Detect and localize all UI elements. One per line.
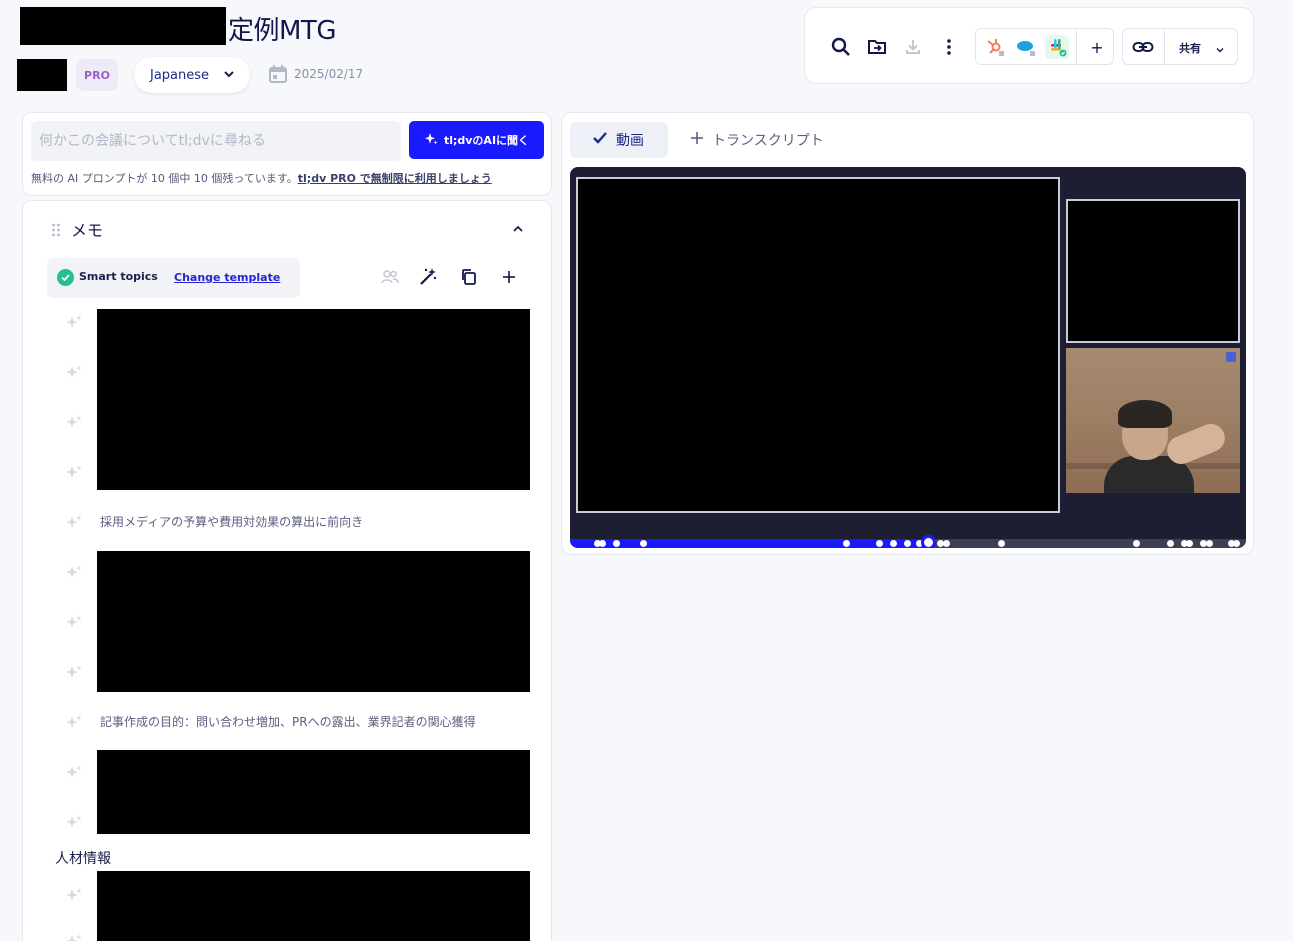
timeline-marker[interactable] — [640, 540, 647, 547]
check-icon — [592, 131, 608, 149]
sparkle-icon[interactable] — [65, 814, 83, 836]
participant-video — [1066, 348, 1240, 493]
timeline-marker[interactable] — [613, 540, 620, 547]
timeline-marker[interactable] — [843, 540, 850, 547]
meeting-toolbar: + 共有 — [804, 7, 1254, 84]
redacted-owner — [17, 59, 67, 91]
more-icon[interactable] — [938, 36, 960, 58]
people-icon[interactable] — [379, 266, 401, 288]
change-template-link[interactable]: Change template — [174, 271, 280, 284]
hubspot-icon[interactable] — [983, 35, 1007, 59]
sparkle-icon[interactable] — [65, 514, 83, 536]
sparkle-icon[interactable] — [65, 564, 83, 586]
redacted-title-prefix — [20, 7, 226, 45]
ai-question-input[interactable] — [31, 121, 401, 161]
camera-icon — [1226, 352, 1236, 362]
timeline-marker[interactable] — [1206, 540, 1213, 547]
redacted-note — [97, 750, 530, 834]
calendar-icon — [268, 64, 288, 88]
folder-move-icon[interactable] — [866, 36, 888, 58]
tab-video[interactable]: 動画 — [570, 122, 668, 158]
timeline-marker[interactable] — [876, 540, 883, 547]
sparkle-icon[interactable] — [65, 664, 83, 686]
chevron-down-icon — [222, 67, 236, 85]
sparkle-icon[interactable] — [65, 414, 83, 436]
sparkle-icon — [424, 132, 438, 149]
sparkle-icon[interactable] — [65, 714, 83, 736]
participant-hand — [1162, 419, 1230, 469]
download-icon[interactable] — [902, 36, 924, 58]
memo-panel: メモ Smart topics Change template 採用メディアの予… — [22, 200, 552, 941]
timeline-marker[interactable] — [998, 540, 1005, 547]
language-select-value: Japanese — [150, 67, 210, 83]
video-player[interactable] — [570, 167, 1246, 548]
timeline-marker[interactable] — [1167, 540, 1174, 547]
ai-ask-button[interactable]: tl;dvのAIに聞く — [409, 121, 544, 159]
ai-quota-note: 無料の AI プロンプトが 10 個中 10 個残っています。tl;dv PRO… — [31, 170, 492, 186]
salesforce-icon[interactable] — [1014, 35, 1038, 59]
chevron-down-icon[interactable] — [1214, 41, 1226, 60]
link-icon[interactable] — [1132, 37, 1154, 61]
video-timeline[interactable] — [570, 535, 1246, 548]
sparkle-icon[interactable] — [65, 614, 83, 636]
magic-wand-icon[interactable] — [417, 266, 439, 288]
timeline-marker[interactable] — [904, 540, 911, 547]
redacted-note — [97, 551, 530, 692]
tab-video-label: 動画 — [616, 133, 644, 149]
language-select[interactable]: Japanese — [134, 57, 250, 93]
timeline-marker[interactable] — [890, 540, 897, 547]
tab-transcript[interactable]: トランスクリプト — [690, 122, 824, 158]
smart-topics-bar: Smart topics Change template — [47, 258, 300, 298]
timeline-marker[interactable] — [943, 540, 950, 547]
share-group: 共有 — [1122, 28, 1238, 65]
main-video-feed — [576, 177, 1060, 513]
page-title[interactable]: 定例MTG — [228, 10, 336, 47]
timeline-marker[interactable] — [1133, 540, 1140, 547]
plus-icon — [690, 131, 704, 149]
ai-quota-text: 無料の AI プロンプトが 10 個中 10 個残っています。 — [31, 172, 298, 185]
ai-ask-button-label: tl;dvのAIに聞く — [443, 134, 530, 147]
sparkle-icon[interactable] — [65, 464, 83, 486]
check-circle-icon — [57, 269, 74, 286]
slack-icon[interactable] — [1045, 35, 1069, 59]
sparkle-icon[interactable] — [65, 314, 83, 336]
upgrade-link[interactable]: tl;dv PRO で無制限に利用しましょう — [298, 172, 492, 185]
integrations-group: + — [975, 28, 1114, 65]
pro-badge: PRO — [76, 59, 118, 91]
timeline-marker[interactable] — [1186, 540, 1193, 547]
meeting-date: 2025/02/17 — [294, 67, 364, 81]
divider — [1076, 29, 1077, 64]
sparkle-icon[interactable] — [65, 364, 83, 386]
list-item[interactable]: 記事作成の目的：問い合わせ増加、PRへの露出、業界記者の関心獲得 — [100, 713, 476, 730]
timeline-marker[interactable] — [599, 540, 606, 547]
chevron-up-icon[interactable] — [511, 221, 525, 240]
video-panel: 動画 トランスクリプト — [561, 112, 1254, 555]
ai-ask-card: tl;dvのAIに聞く 無料の AI プロンプトが 10 個中 10 個残ってい… — [22, 112, 552, 196]
section-heading[interactable]: 人材情報 — [55, 848, 111, 868]
participant-video — [1066, 199, 1240, 343]
participant-hair — [1118, 400, 1172, 428]
search-icon[interactable] — [830, 36, 852, 58]
timeline-marker[interactable] — [1233, 540, 1240, 547]
timeline-scrubber[interactable] — [921, 535, 937, 548]
share-button[interactable]: 共有 — [1179, 40, 1201, 56]
memo-title: メモ — [71, 221, 104, 240]
add-note-button[interactable] — [498, 266, 520, 288]
add-integration-button[interactable]: + — [1085, 35, 1109, 59]
redacted-note — [97, 871, 530, 941]
smart-topics-label: Smart topics — [79, 270, 158, 283]
list-item[interactable]: 採用メディアの予算や費用対効果の算出に前向き — [100, 513, 363, 530]
copy-icon[interactable] — [458, 266, 480, 288]
timeline-progress — [570, 539, 929, 548]
sparkle-icon[interactable] — [65, 887, 83, 909]
divider — [1164, 29, 1165, 64]
sparkle-icon[interactable] — [65, 933, 83, 941]
sparkle-icon[interactable] — [65, 764, 83, 786]
tab-transcript-label: トランスクリプト — [712, 133, 824, 149]
drag-handle-icon[interactable] — [51, 222, 61, 241]
redacted-note — [97, 309, 530, 490]
